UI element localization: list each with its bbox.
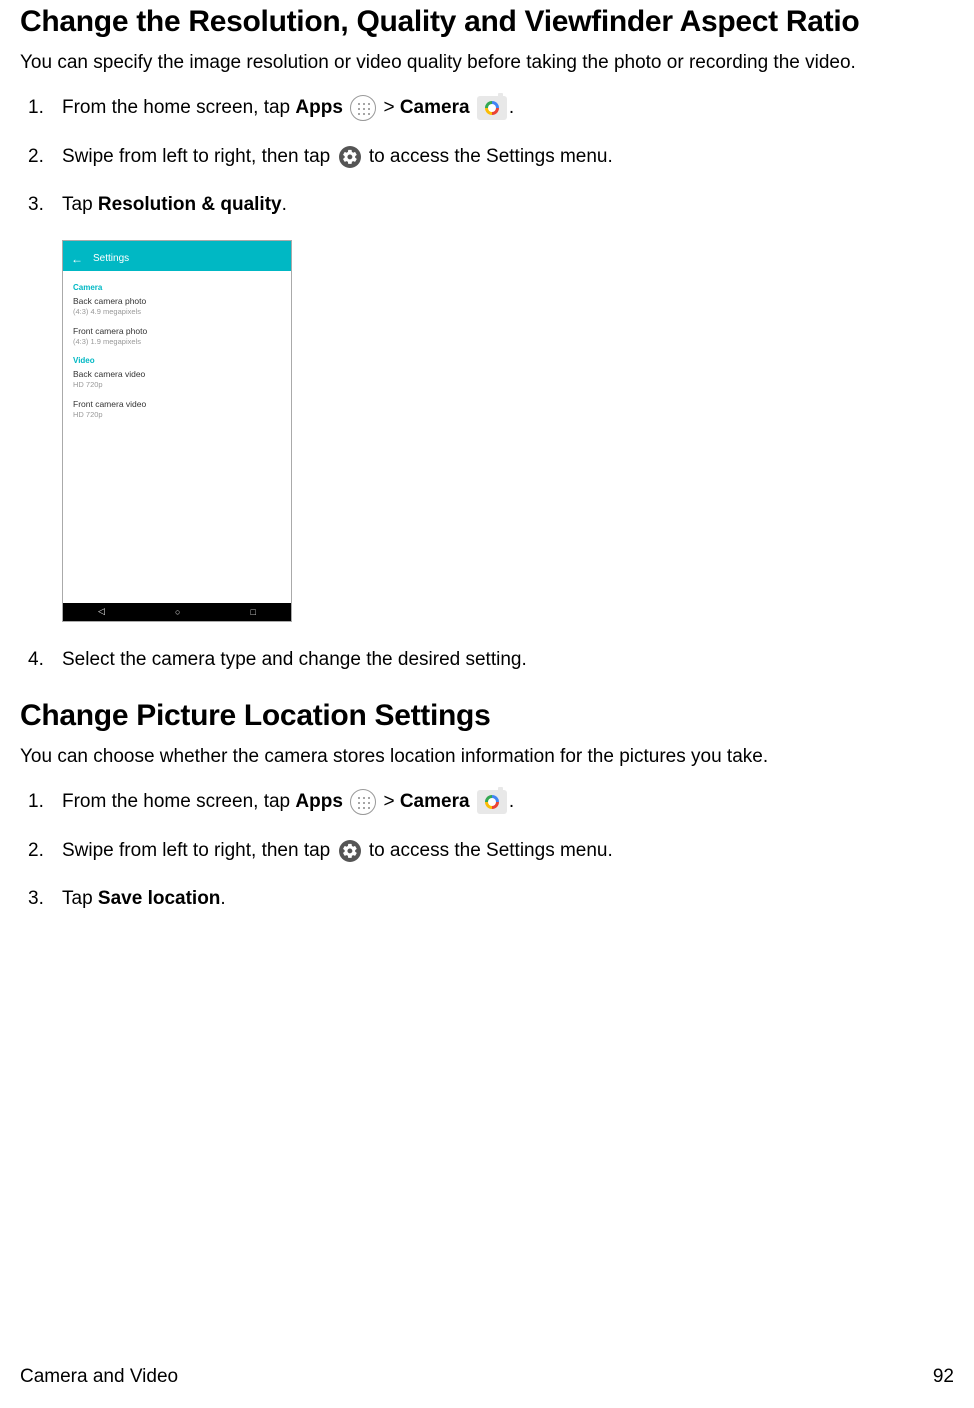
step-3: 3. Tap Resolution & quality. <box>62 191 954 220</box>
footer-section: Camera and Video <box>20 1366 178 1388</box>
android-navbar: ◁○□ <box>63 603 291 621</box>
page-number: 92 <box>933 1366 954 1388</box>
steps-list-1b: 4. Select the camera type and change the… <box>20 646 954 675</box>
camera-icon <box>477 96 507 120</box>
step-2: 2. Swipe from left to right, then tap to… <box>62 837 954 866</box>
apps-icon <box>350 789 376 815</box>
steps-list-1: 1. From the home screen, tap Apps > Came… <box>20 94 954 220</box>
section-intro: You can specify the image resolution or … <box>20 50 954 77</box>
steps-list-2: 1. From the home screen, tap Apps > Came… <box>20 788 954 914</box>
section-heading: Change Picture Location Settings <box>20 694 954 738</box>
step-1: 1. From the home screen, tap Apps > Came… <box>62 94 954 123</box>
step-4: 4. Select the camera type and change the… <box>62 646 954 675</box>
step-3: 3. Tap Save location. <box>62 885 954 914</box>
camera-icon <box>477 790 507 814</box>
gear-icon <box>338 145 362 169</box>
step-1: 1. From the home screen, tap Apps > Came… <box>62 788 954 817</box>
section-heading: Change the Resolution, Quality and Viewf… <box>20 0 954 44</box>
settings-screenshot: ←Settings Camera Back camera photo(4:3) … <box>62 240 292 622</box>
page-footer: Camera and Video 92 <box>20 1366 954 1388</box>
back-arrow-icon: ← <box>71 252 83 266</box>
apps-icon <box>350 95 376 121</box>
section-intro: You can choose whether the camera stores… <box>20 744 954 771</box>
gear-icon <box>338 839 362 863</box>
step-2: 2. Swipe from left to right, then tap to… <box>62 143 954 172</box>
